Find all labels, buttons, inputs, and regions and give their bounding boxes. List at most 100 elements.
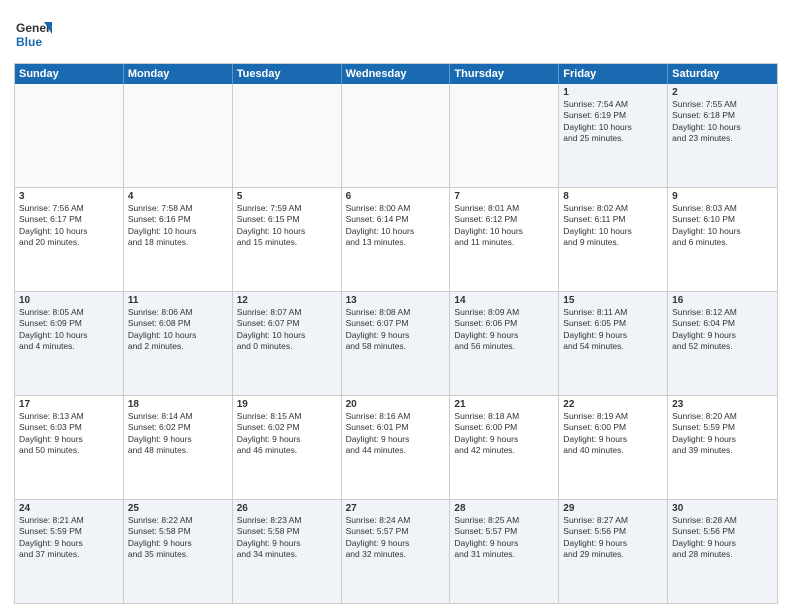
day-info: Sunrise: 8:21 AM Sunset: 5:59 PM Dayligh… <box>19 515 119 561</box>
day-number: 12 <box>237 295 337 306</box>
day-number: 22 <box>563 399 663 410</box>
day-cell-19: 19Sunrise: 8:15 AM Sunset: 6:02 PM Dayli… <box>233 396 342 499</box>
day-info: Sunrise: 8:27 AM Sunset: 5:56 PM Dayligh… <box>563 515 663 561</box>
day-cell-14: 14Sunrise: 8:09 AM Sunset: 6:06 PM Dayli… <box>450 292 559 395</box>
day-cell-23: 23Sunrise: 8:20 AM Sunset: 5:59 PM Dayli… <box>668 396 777 499</box>
day-cell-12: 12Sunrise: 8:07 AM Sunset: 6:07 PM Dayli… <box>233 292 342 395</box>
day-info: Sunrise: 8:08 AM Sunset: 6:07 PM Dayligh… <box>346 307 446 353</box>
day-number: 28 <box>454 503 554 514</box>
calendar-body: 1Sunrise: 7:54 AM Sunset: 6:19 PM Daylig… <box>15 84 777 603</box>
day-info: Sunrise: 7:54 AM Sunset: 6:19 PM Dayligh… <box>563 99 663 145</box>
day-number: 13 <box>346 295 446 306</box>
header-day-monday: Monday <box>124 64 233 84</box>
day-number: 2 <box>672 87 773 98</box>
day-cell-7: 7Sunrise: 8:01 AM Sunset: 6:12 PM Daylig… <box>450 188 559 291</box>
day-number: 5 <box>237 191 337 202</box>
day-info: Sunrise: 8:12 AM Sunset: 6:04 PM Dayligh… <box>672 307 773 353</box>
day-number: 20 <box>346 399 446 410</box>
day-number: 18 <box>128 399 228 410</box>
day-cell-empty-2 <box>233 84 342 187</box>
day-cell-13: 13Sunrise: 8:08 AM Sunset: 6:07 PM Dayli… <box>342 292 451 395</box>
day-cell-empty-3 <box>342 84 451 187</box>
day-info: Sunrise: 8:00 AM Sunset: 6:14 PM Dayligh… <box>346 203 446 249</box>
day-info: Sunrise: 8:16 AM Sunset: 6:01 PM Dayligh… <box>346 411 446 457</box>
day-cell-28: 28Sunrise: 8:25 AM Sunset: 5:57 PM Dayli… <box>450 500 559 603</box>
day-number: 6 <box>346 191 446 202</box>
day-info: Sunrise: 8:18 AM Sunset: 6:00 PM Dayligh… <box>454 411 554 457</box>
day-info: Sunrise: 8:25 AM Sunset: 5:57 PM Dayligh… <box>454 515 554 561</box>
day-number: 7 <box>454 191 554 202</box>
day-cell-empty-1 <box>124 84 233 187</box>
day-cell-5: 5Sunrise: 7:59 AM Sunset: 6:15 PM Daylig… <box>233 188 342 291</box>
day-info: Sunrise: 8:13 AM Sunset: 6:03 PM Dayligh… <box>19 411 119 457</box>
header-day-wednesday: Wednesday <box>342 64 451 84</box>
day-info: Sunrise: 8:14 AM Sunset: 6:02 PM Dayligh… <box>128 411 228 457</box>
header-day-tuesday: Tuesday <box>233 64 342 84</box>
day-info: Sunrise: 8:02 AM Sunset: 6:11 PM Dayligh… <box>563 203 663 249</box>
day-number: 9 <box>672 191 773 202</box>
day-number: 15 <box>563 295 663 306</box>
day-cell-1: 1Sunrise: 7:54 AM Sunset: 6:19 PM Daylig… <box>559 84 668 187</box>
day-number: 26 <box>237 503 337 514</box>
day-info: Sunrise: 8:28 AM Sunset: 5:56 PM Dayligh… <box>672 515 773 561</box>
header-day-sunday: Sunday <box>15 64 124 84</box>
day-number: 27 <box>346 503 446 514</box>
day-number: 8 <box>563 191 663 202</box>
day-number: 19 <box>237 399 337 410</box>
day-cell-4: 4Sunrise: 7:58 AM Sunset: 6:16 PM Daylig… <box>124 188 233 291</box>
day-info: Sunrise: 8:22 AM Sunset: 5:58 PM Dayligh… <box>128 515 228 561</box>
week-row-4: 24Sunrise: 8:21 AM Sunset: 5:59 PM Dayli… <box>15 499 777 603</box>
day-number: 21 <box>454 399 554 410</box>
day-cell-8: 8Sunrise: 8:02 AM Sunset: 6:11 PM Daylig… <box>559 188 668 291</box>
day-info: Sunrise: 8:07 AM Sunset: 6:07 PM Dayligh… <box>237 307 337 353</box>
day-info: Sunrise: 7:55 AM Sunset: 6:18 PM Dayligh… <box>672 99 773 145</box>
day-number: 29 <box>563 503 663 514</box>
day-info: Sunrise: 8:06 AM Sunset: 6:08 PM Dayligh… <box>128 307 228 353</box>
day-info: Sunrise: 7:59 AM Sunset: 6:15 PM Dayligh… <box>237 203 337 249</box>
day-cell-6: 6Sunrise: 8:00 AM Sunset: 6:14 PM Daylig… <box>342 188 451 291</box>
day-info: Sunrise: 8:03 AM Sunset: 6:10 PM Dayligh… <box>672 203 773 249</box>
day-cell-30: 30Sunrise: 8:28 AM Sunset: 5:56 PM Dayli… <box>668 500 777 603</box>
day-cell-11: 11Sunrise: 8:06 AM Sunset: 6:08 PM Dayli… <box>124 292 233 395</box>
day-cell-18: 18Sunrise: 8:14 AM Sunset: 6:02 PM Dayli… <box>124 396 233 499</box>
header: General Blue <box>14 10 778 57</box>
day-cell-15: 15Sunrise: 8:11 AM Sunset: 6:05 PM Dayli… <box>559 292 668 395</box>
day-number: 23 <box>672 399 773 410</box>
day-number: 4 <box>128 191 228 202</box>
calendar: SundayMondayTuesdayWednesdayThursdayFrid… <box>14 63 778 604</box>
day-cell-24: 24Sunrise: 8:21 AM Sunset: 5:59 PM Dayli… <box>15 500 124 603</box>
day-cell-25: 25Sunrise: 8:22 AM Sunset: 5:58 PM Dayli… <box>124 500 233 603</box>
day-number: 10 <box>19 295 119 306</box>
day-number: 16 <box>672 295 773 306</box>
week-row-0: 1Sunrise: 7:54 AM Sunset: 6:19 PM Daylig… <box>15 84 777 187</box>
day-info: Sunrise: 8:09 AM Sunset: 6:06 PM Dayligh… <box>454 307 554 353</box>
day-number: 3 <box>19 191 119 202</box>
day-info: Sunrise: 8:15 AM Sunset: 6:02 PM Dayligh… <box>237 411 337 457</box>
day-number: 25 <box>128 503 228 514</box>
day-cell-20: 20Sunrise: 8:16 AM Sunset: 6:01 PM Dayli… <box>342 396 451 499</box>
day-cell-16: 16Sunrise: 8:12 AM Sunset: 6:04 PM Dayli… <box>668 292 777 395</box>
day-cell-21: 21Sunrise: 8:18 AM Sunset: 6:00 PM Dayli… <box>450 396 559 499</box>
day-cell-empty-0 <box>15 84 124 187</box>
logo-icon: General Blue <box>14 14 52 52</box>
day-cell-17: 17Sunrise: 8:13 AM Sunset: 6:03 PM Dayli… <box>15 396 124 499</box>
header-day-friday: Friday <box>559 64 668 84</box>
day-info: Sunrise: 8:23 AM Sunset: 5:58 PM Dayligh… <box>237 515 337 561</box>
week-row-3: 17Sunrise: 8:13 AM Sunset: 6:03 PM Dayli… <box>15 395 777 499</box>
day-cell-2: 2Sunrise: 7:55 AM Sunset: 6:18 PM Daylig… <box>668 84 777 187</box>
day-info: Sunrise: 8:24 AM Sunset: 5:57 PM Dayligh… <box>346 515 446 561</box>
day-info: Sunrise: 8:20 AM Sunset: 5:59 PM Dayligh… <box>672 411 773 457</box>
header-day-saturday: Saturday <box>668 64 777 84</box>
svg-text:Blue: Blue <box>16 35 42 49</box>
day-number: 11 <box>128 295 228 306</box>
day-info: Sunrise: 8:05 AM Sunset: 6:09 PM Dayligh… <box>19 307 119 353</box>
header-day-thursday: Thursday <box>450 64 559 84</box>
day-cell-26: 26Sunrise: 8:23 AM Sunset: 5:58 PM Dayli… <box>233 500 342 603</box>
day-info: Sunrise: 7:56 AM Sunset: 6:17 PM Dayligh… <box>19 203 119 249</box>
logo: General Blue <box>14 14 52 57</box>
day-cell-29: 29Sunrise: 8:27 AM Sunset: 5:56 PM Dayli… <box>559 500 668 603</box>
calendar-header: SundayMondayTuesdayWednesdayThursdayFrid… <box>15 64 777 84</box>
day-info: Sunrise: 7:58 AM Sunset: 6:16 PM Dayligh… <box>128 203 228 249</box>
day-number: 1 <box>563 87 663 98</box>
day-info: Sunrise: 8:19 AM Sunset: 6:00 PM Dayligh… <box>563 411 663 457</box>
